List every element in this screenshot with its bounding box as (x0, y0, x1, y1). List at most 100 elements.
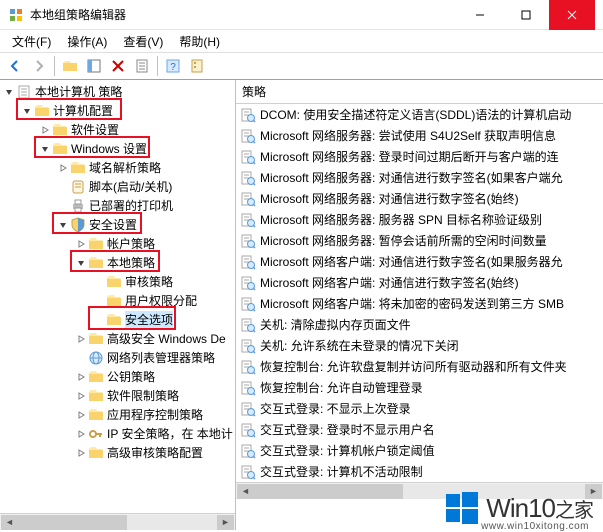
filter-button[interactable] (186, 55, 208, 77)
forward-button[interactable] (28, 55, 50, 77)
folder-icon (88, 331, 104, 347)
tree-toggle[interactable] (74, 332, 88, 346)
tree-deployed-printers[interactable]: 已部署的打印机 (0, 196, 235, 215)
tree-label: 软件限制策略 (107, 387, 179, 404)
policy-row[interactable]: Microsoft 网络服务器: 登录时间过期后断开与客户端的连 (236, 146, 603, 167)
policy-row[interactable]: DCOM: 使用安全描述符定义语言(SDDL)语法的计算机启动 (236, 104, 603, 125)
close-button[interactable] (549, 0, 595, 30)
folder-icon (88, 426, 104, 442)
policy-row[interactable]: Microsoft 网络客户端: 对通信进行数字签名(始终) (236, 272, 603, 293)
policy-icon (240, 254, 256, 270)
tree-computer-config[interactable]: 计算机配置 (0, 101, 235, 120)
policy-row[interactable]: Microsoft 网络客户端: 对通信进行数字签名(如果服务器允 (236, 251, 603, 272)
tree-toggle[interactable] (74, 446, 88, 460)
tree-label: Windows 设置 (71, 140, 147, 157)
list-hscrollbar[interactable]: ◄ ► (236, 482, 603, 499)
policy-row[interactable]: 恢复控制台: 允许自动管理登录 (236, 377, 603, 398)
tree-scripts[interactable]: 脚本(启动/关机) (0, 177, 235, 196)
tree-toggle[interactable] (74, 389, 88, 403)
policy-row[interactable]: Microsoft 网络服务器: 对通信进行数字签名(始终) (236, 188, 603, 209)
policy-row[interactable]: Microsoft 网络服务器: 尝试使用 S4U2Self 获取声明信息 (236, 125, 603, 146)
tree-toggle[interactable] (56, 218, 70, 232)
tree-toggle[interactable] (38, 123, 52, 137)
menu-view[interactable]: 查看(V) (115, 31, 171, 52)
tree-ip-security[interactable]: IP 安全策略，在 本地计 (0, 424, 235, 443)
scroll-left-button[interactable]: ◄ (1, 515, 18, 530)
policy-icon (240, 443, 256, 459)
policy-label: Microsoft 网络服务器: 尝试使用 S4U2Self 获取声明信息 (260, 127, 556, 144)
policy-icon (240, 317, 256, 333)
tree-toggle[interactable] (56, 161, 70, 175)
tree-toggle[interactable] (92, 275, 106, 289)
scroll-right-button[interactable]: ► (217, 515, 234, 530)
tree-software-settings[interactable]: 软件设置 (0, 120, 235, 139)
policy-row[interactable]: 交互式登录: 计算机帐户锁定阈值 (236, 440, 603, 461)
tree-toggle[interactable] (2, 85, 16, 99)
menu-action[interactable]: 操作(A) (59, 31, 115, 52)
folder-icon (88, 407, 104, 423)
policy-row[interactable]: Microsoft 网络客户端: 将未加密的密码发送到第三方 SMB (236, 293, 603, 314)
tree-toggle[interactable] (74, 256, 88, 270)
menu-help[interactable]: 帮助(H) (171, 31, 228, 52)
tree-advanced-audit[interactable]: 高级审核策略配置 (0, 443, 235, 462)
tree-toggle[interactable] (56, 180, 70, 194)
tree-app-control[interactable]: 应用程序控制策略 (0, 405, 235, 424)
minimize-button[interactable] (457, 0, 503, 30)
tree-toggle[interactable] (74, 408, 88, 422)
tree-network-list[interactable]: 网络列表管理器策略 (0, 348, 235, 367)
scroll-left-button[interactable]: ◄ (237, 484, 254, 499)
tree-label: 计算机配置 (53, 102, 113, 119)
tree-user-rights[interactable]: 用户权限分配 (0, 291, 235, 310)
delete-button[interactable] (107, 55, 129, 77)
tree-toggle[interactable] (74, 237, 88, 251)
show-hide-button[interactable] (83, 55, 105, 77)
policy-row[interactable]: 交互式登录: 计算机不活动限制 (236, 461, 603, 482)
policy-label: 恢复控制台: 允许自动管理登录 (260, 379, 423, 396)
tree-software-restriction[interactable]: 软件限制策略 (0, 386, 235, 405)
maximize-button[interactable] (503, 0, 549, 30)
tree-toggle[interactable] (74, 427, 88, 441)
tree-windows-settings[interactable]: Windows 设置 (0, 139, 235, 158)
tree-account-policies[interactable]: 帐户策略 (0, 234, 235, 253)
tree-label: 帐户策略 (107, 235, 155, 252)
tree-toggle[interactable] (20, 104, 34, 118)
properties-button[interactable] (131, 55, 153, 77)
tree-toggle[interactable] (74, 351, 88, 365)
policy-icon (240, 107, 256, 123)
policy-row[interactable]: 关机: 清除虚拟内存页面文件 (236, 314, 603, 335)
policy-row[interactable]: 交互式登录: 登录时不显示用户名 (236, 419, 603, 440)
policy-row[interactable]: Microsoft 网络服务器: 服务器 SPN 目标名称验证级别 (236, 209, 603, 230)
tree-label: 本地策略 (107, 254, 155, 271)
tree-toggle[interactable] (38, 142, 52, 156)
menu-file[interactable]: 文件(F) (4, 31, 59, 52)
tree-hscrollbar[interactable]: ◄ ► (0, 513, 235, 530)
up-button[interactable] (59, 55, 81, 77)
tree-toggle[interactable] (92, 313, 106, 327)
tree-security-settings[interactable]: 安全设置 (0, 215, 235, 234)
tree-name-resolution[interactable]: 域名解析策略 (0, 158, 235, 177)
tree-toggle[interactable] (92, 294, 106, 308)
column-header-policy[interactable]: 策略 (236, 80, 603, 104)
policy-row[interactable]: Microsoft 网络服务器: 对通信进行数字签名(如果客户端允 (236, 167, 603, 188)
tree-local-policies[interactable]: 本地策略 (0, 253, 235, 272)
help-button[interactable]: ? (162, 55, 184, 77)
tree-toggle[interactable] (56, 199, 70, 213)
policy-row[interactable]: Microsoft 网络服务器: 暂停会话前所需的空闲时间数量 (236, 230, 603, 251)
policy-row[interactable]: 恢复控制台: 允许软盘复制并访问所有驱动器和所有文件夹 (236, 356, 603, 377)
tree-toggle[interactable] (74, 370, 88, 384)
policy-row[interactable]: 关机: 允许系统在未登录的情况下关闭 (236, 335, 603, 356)
tree-root[interactable]: 本地计算机 策略 (0, 82, 235, 101)
tree-label: IP 安全策略，在 本地计 (107, 425, 233, 442)
tree-audit-policy[interactable]: 审核策略 (0, 272, 235, 291)
folder-icon (88, 236, 104, 252)
policy-icon (240, 401, 256, 417)
policy-row[interactable]: 交互式登录: 不显示上次登录 (236, 398, 603, 419)
tree-windows-defender[interactable]: 高级安全 Windows De (0, 329, 235, 348)
tree-security-options[interactable]: 安全选项 (0, 310, 235, 329)
tree-label: 用户权限分配 (125, 292, 197, 309)
scroll-right-button[interactable]: ► (585, 484, 602, 499)
tree-public-key[interactable]: 公钥策略 (0, 367, 235, 386)
tree-pane[interactable]: 本地计算机 策略计算机配置软件设置Windows 设置域名解析策略脚本(启动/关… (0, 80, 236, 530)
back-button[interactable] (4, 55, 26, 77)
list-pane[interactable]: 策略 DCOM: 使用安全描述符定义语言(SDDL)语法的计算机启动 Micros… (236, 80, 603, 530)
